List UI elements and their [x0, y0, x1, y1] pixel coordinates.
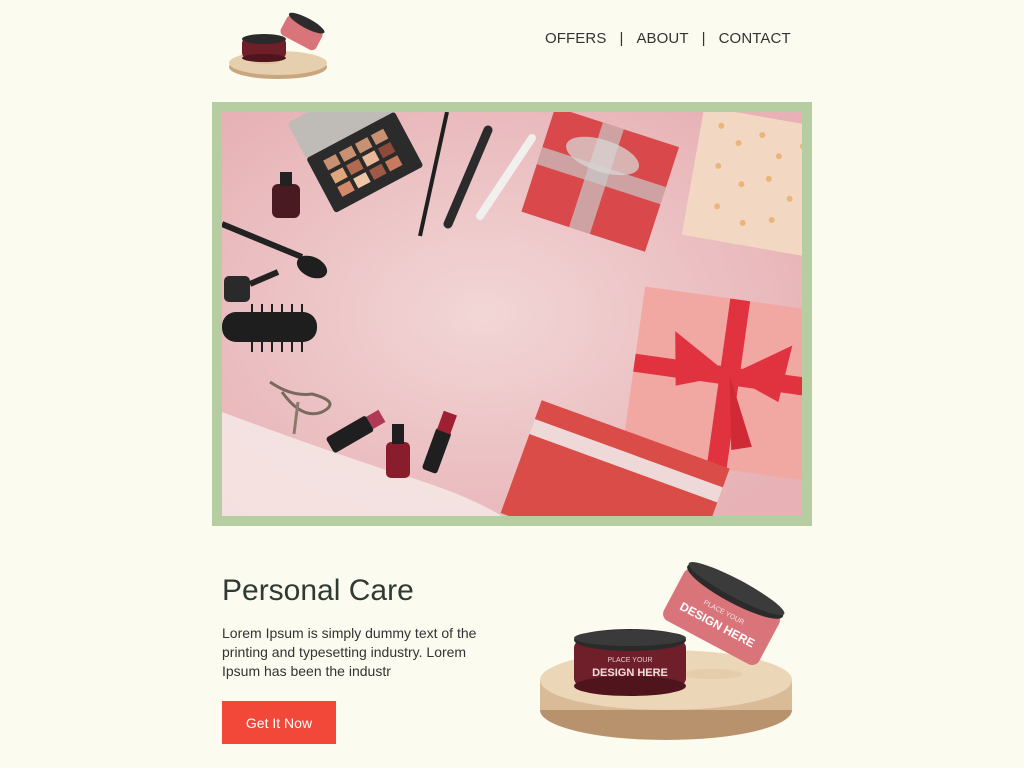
nav-separator: | — [619, 30, 624, 47]
section-title: Personal Care — [222, 574, 414, 607]
nav-separator: | — [701, 30, 706, 47]
jar-small-label: PLACE YOUR — [608, 657, 653, 664]
logo[interactable] — [226, 10, 332, 84]
hero-frame — [212, 102, 812, 526]
page: OFFERS | ABOUT | CONTACT Personal Care L… — [0, 0, 1024, 768]
product-image: PLACE YOUR DESIGN HERE PLACE YOUR DESIGN… — [522, 556, 802, 752]
jar-large-label: DESIGN HERE — [592, 667, 668, 679]
nav-offers-link[interactable]: OFFERS — [545, 30, 606, 47]
main-nav: OFFERS | ABOUT | CONTACT — [545, 30, 791, 47]
section-description: Lorem Ipsum is simply dummy text of the … — [222, 625, 477, 679]
nav-about-link[interactable]: ABOUT — [636, 30, 688, 47]
get-it-now-button[interactable]: Get It Now — [222, 701, 336, 744]
hero-image — [222, 112, 802, 516]
nav-contact-link[interactable]: CONTACT — [719, 30, 791, 47]
